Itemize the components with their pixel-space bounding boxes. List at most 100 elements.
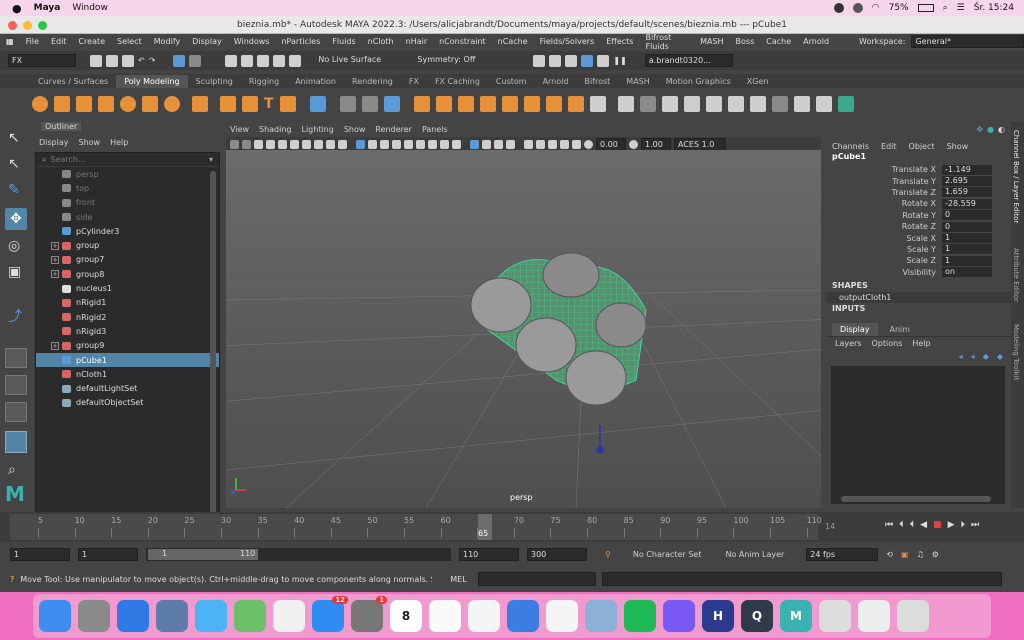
shelf-tab-mash[interactable]: MASH (618, 75, 657, 88)
appstore-icon[interactable]: 12 (312, 596, 348, 632)
boolean-icon[interactable] (479, 96, 496, 112)
playback-end-field[interactable]: 110 (459, 547, 519, 561)
exposure-icon[interactable] (524, 139, 533, 149)
outliner-item-persp[interactable]: persp (36, 167, 219, 181)
key-icon[interactable]: ⚲ (605, 550, 611, 559)
viewport-camera-icon[interactable] (548, 139, 557, 149)
sculpt-icon[interactable] (771, 96, 788, 112)
reminders-icon[interactable] (429, 600, 461, 632)
redo-icon[interactable]: ↷ (149, 56, 156, 65)
range-slider[interactable]: 1 110 (146, 547, 451, 561)
poly-disc-icon[interactable] (164, 96, 180, 112)
play-forward-icon[interactable]: ▶ (948, 520, 955, 530)
viewport-menu-view[interactable]: View (230, 125, 249, 134)
cb-attr-row[interactable]: Visibility on (827, 267, 1011, 278)
outliner-item-group[interactable]: + group (36, 238, 219, 252)
outliner-search[interactable]: ⌕ Search... ▾ (36, 153, 219, 167)
cb-attr-row[interactable]: Translate Z 1.659 (827, 187, 1011, 198)
render-icon[interactable] (533, 54, 546, 67)
connect-icon[interactable] (661, 96, 678, 112)
outliner-search-input[interactable]: Search... (50, 155, 85, 164)
snap-curve-icon[interactable] (241, 54, 254, 67)
color-space-dropdown[interactable]: ACES 1.0 SD (674, 137, 726, 161)
select-tool-icon[interactable]: ↖ (8, 130, 24, 146)
maya-icon[interactable]: M (780, 600, 812, 632)
exposure-field[interactable]: 0.00 (596, 137, 626, 151)
layer-hscrollbar[interactable] (841, 496, 991, 502)
knife-icon[interactable] (683, 96, 700, 112)
camera-attr-icon[interactable] (242, 139, 251, 149)
move-manip-icon[interactable]: ✥ (976, 125, 983, 134)
menu-window[interactable]: Window (72, 3, 108, 13)
safari-icon[interactable] (117, 600, 149, 632)
poly-plane-icon[interactable] (142, 96, 158, 112)
menu-ncache[interactable]: nCache (492, 37, 534, 46)
separate-icon[interactable] (435, 96, 452, 112)
outliner-layout-icon[interactable] (5, 431, 27, 453)
reset-transform-icon[interactable] (383, 96, 400, 112)
maps-icon[interactable] (234, 600, 266, 632)
symmetry-icon[interactable] (815, 96, 832, 112)
teal-shape-icon[interactable] (837, 96, 854, 112)
window-thumb-icon[interactable] (819, 600, 851, 632)
character-set-dropdown[interactable]: No Character Set (633, 550, 702, 559)
side-tab-attribute-editor[interactable]: Attribute Editor (1012, 248, 1020, 302)
step-back-frame-icon[interactable]: ⏴ (910, 520, 915, 530)
sweep-mesh-icon[interactable] (242, 96, 258, 112)
layer-menu-help[interactable]: Help (912, 339, 930, 348)
window-thumb2-icon[interactable] (858, 600, 890, 632)
apple-icon[interactable]: ● (12, 2, 22, 15)
outliner-item-nRigid1[interactable]: nRigid1 (36, 296, 219, 310)
stop-icon[interactable]: ■ (933, 520, 942, 530)
go-to-end-icon[interactable]: ⏭ (971, 520, 979, 530)
viewport-scene[interactable]: persp (226, 150, 821, 508)
cb-attr-value[interactable]: on (942, 267, 992, 278)
layer-menu-layers[interactable]: Layers (835, 339, 861, 348)
soft-select-icon[interactable] (793, 96, 810, 112)
shelf-tab-bifrost[interactable]: Bifrost (576, 75, 618, 88)
menu-effects[interactable]: Effects (600, 37, 639, 46)
use-lights-icon[interactable] (392, 139, 401, 149)
cb-attr-value[interactable]: 2.695 (942, 176, 992, 187)
photos-icon[interactable] (273, 600, 305, 632)
expand-icon[interactable]: + (51, 241, 59, 250)
type-icon[interactable]: T (264, 96, 274, 112)
cb-attr-row[interactable]: Translate Y 2.695 (827, 175, 1011, 187)
play-backward-icon[interactable]: ◀ (920, 520, 927, 530)
battery-icon[interactable] (917, 4, 934, 12)
gamma-dial-icon[interactable] (629, 139, 638, 149)
snap-point-icon[interactable] (257, 54, 270, 67)
cb-attr-row[interactable]: Rotate Y 0 (827, 210, 1011, 221)
cb-attr-row[interactable]: Rotate X -28.559 (827, 198, 1011, 209)
anim-layer-dropdown[interactable]: No Anim Layer (725, 550, 784, 559)
menu-fluids[interactable]: Fluids (326, 37, 361, 46)
render-ipr-icon[interactable] (549, 54, 562, 67)
launchpad-icon[interactable] (78, 600, 110, 632)
menu-create[interactable]: Create (72, 37, 111, 46)
outliner-menu-display[interactable]: Display (39, 138, 69, 147)
outliner-item-group9[interactable]: + group9 (36, 339, 219, 353)
outliner-menu-show[interactable]: Show (79, 138, 101, 147)
zoom-button[interactable] (38, 21, 47, 30)
cb-attr-row[interactable]: Translate X -1.149 (827, 164, 1011, 175)
image-plane-icon[interactable] (266, 139, 275, 149)
menu-nparticles[interactable]: nParticles (275, 37, 326, 46)
bridge-icon[interactable] (545, 96, 562, 112)
snap-live-icon[interactable] (289, 54, 302, 67)
outliner-tab[interactable]: Outliner (35, 122, 220, 134)
system-prefs-icon[interactable]: 1 (351, 596, 387, 632)
finder-icon[interactable] (39, 600, 71, 632)
lasso-tool-icon[interactable]: ↖ (8, 156, 24, 172)
shelf-tab-curves[interactable]: Curves / Surfaces (30, 75, 116, 88)
cb-attr-value[interactable]: -28.559 (942, 198, 992, 209)
pivot-reset-icon[interactable] (361, 96, 378, 112)
menu-display[interactable]: Display (186, 37, 228, 46)
poly-cone-icon[interactable] (98, 96, 114, 112)
wifi-icon[interactable]: ◠ (872, 3, 880, 13)
shelf-tab-rigging[interactable]: Rigging (241, 75, 287, 88)
quicktime-icon[interactable]: Q (741, 600, 773, 632)
outliner-item-nCloth1[interactable]: nCloth1 (36, 367, 219, 381)
extrude-icon[interactable] (523, 96, 540, 112)
shelf-tab-arnold[interactable]: Arnold (535, 75, 577, 88)
step-back-key-icon[interactable]: ⏴ (899, 520, 904, 530)
